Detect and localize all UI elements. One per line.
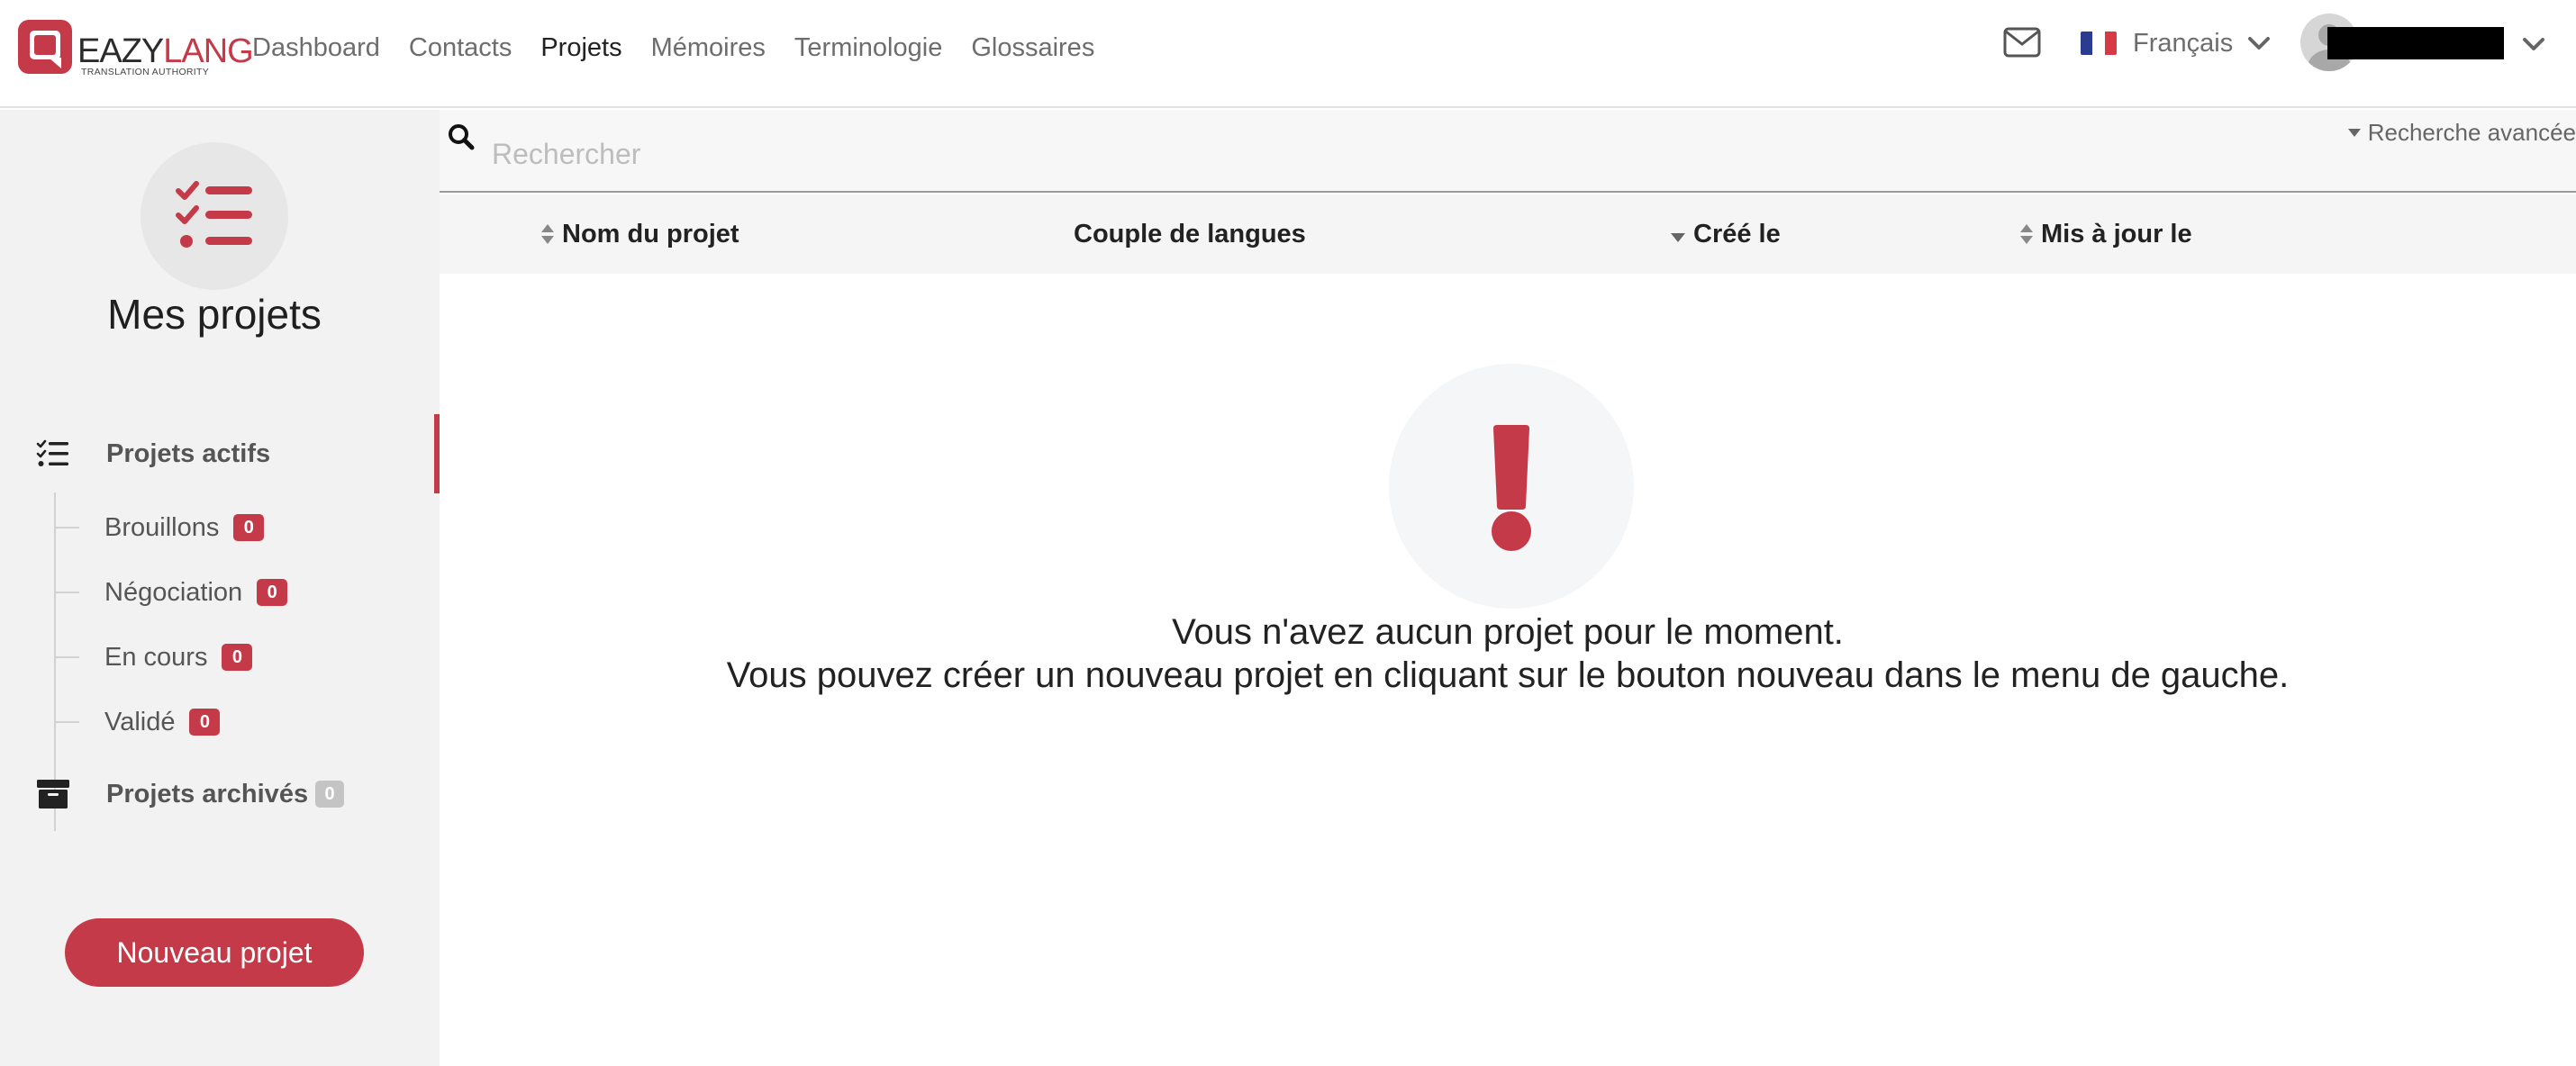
sort-icon <box>541 224 554 244</box>
count-badge: 0 <box>257 579 288 606</box>
column-header-created[interactable]: Créé le <box>1670 194 1781 274</box>
count-badge: 0 <box>315 781 345 808</box>
search-bar: Recherche avancée <box>440 110 2576 193</box>
sidebar-item-valide[interactable]: Validé 0 <box>104 704 221 740</box>
sidebar-item-label: Validé <box>104 707 176 736</box>
caret-down-icon <box>2347 129 2361 137</box>
user-name-redacted <box>2327 27 2504 59</box>
tree-branch <box>54 721 79 723</box>
sidebar-item-label: Projets archivés <box>106 779 309 809</box>
sidebar-item-label: En cours <box>104 642 208 672</box>
checklist-icon <box>176 181 252 248</box>
tree-branch <box>54 527 79 528</box>
active-item-marker <box>434 414 440 493</box>
archive-box-icon <box>37 780 69 809</box>
search-icon[interactable] <box>447 122 476 151</box>
projects-table-header: Nom du projet Couple de langues Créé le … <box>440 194 2576 274</box>
empty-state-hint: Vous pouvez créer un nouveau projet en c… <box>726 655 2290 695</box>
sidebar-item-label: Projets actifs <box>106 438 271 468</box>
sidebar-item-en-cours[interactable]: En cours 0 <box>104 639 253 675</box>
new-project-button[interactable]: Nouveau projet <box>65 918 364 987</box>
empty-state-icon-circle <box>1389 364 1634 609</box>
language-selector[interactable]: Français <box>2081 23 2271 63</box>
top-navbar: EAZYLANG TRANSLATION AUTHORITY Dashboard… <box>0 0 2576 108</box>
sort-icon <box>2020 224 2033 244</box>
envelope-icon[interactable] <box>2003 27 2041 58</box>
logo-wordmark: EAZYLANG <box>77 32 254 70</box>
sidebar-title: Mes projets <box>107 291 322 338</box>
checklist-icon <box>36 439 68 466</box>
advanced-search-label: Recherche avancée <box>2367 119 2576 146</box>
main-nav: Dashboard Contacts Projets Mémoires Term… <box>252 27 1123 68</box>
tree-branch <box>54 592 79 593</box>
fr-flag-icon <box>2081 32 2117 55</box>
sort-desc-icon <box>1671 233 1685 242</box>
chevron-down-icon <box>2248 37 2271 50</box>
nav-memoires[interactable]: Mémoires <box>651 33 766 63</box>
nav-terminologie[interactable]: Terminologie <box>794 33 942 63</box>
projects-icon-circle <box>141 142 288 290</box>
column-header-language-pair: Couple de langues <box>1074 219 1306 248</box>
count-badge: 0 <box>233 514 265 541</box>
tree-branch <box>54 656 79 658</box>
count-badge: 0 <box>222 644 253 671</box>
search-input[interactable] <box>492 126 2203 182</box>
column-header-project-name[interactable]: Nom du projet <box>540 194 739 274</box>
advanced-search-toggle[interactable]: Recherche avancée <box>2347 119 2576 147</box>
nav-contacts[interactable]: Contacts <box>409 33 512 63</box>
count-badge: 0 <box>189 709 221 736</box>
eazylang-logo[interactable]: EAZYLANG TRANSLATION AUTHORITY <box>16 18 254 79</box>
sidebar-item-active-projects[interactable]: Projets actifs <box>36 434 270 474</box>
sidebar-item-negociation[interactable]: Négociation 0 <box>104 574 288 610</box>
chevron-down-icon <box>2523 38 2544 50</box>
logo-tagline: TRANSLATION AUTHORITY <box>81 67 210 77</box>
projects-sidebar: Mes projets Projets actifs Brouillons 0 … <box>0 110 440 1066</box>
nav-glossaires[interactable]: Glossaires <box>971 33 1094 63</box>
column-header-updated[interactable]: Mis à jour le <box>2019 194 2192 274</box>
sidebar-item-label: Négociation <box>104 577 243 607</box>
sidebar-item-label: Brouillons <box>104 512 220 542</box>
sidebar-item-archived-projects[interactable]: Projets archivés 0 <box>36 774 345 814</box>
empty-state-message: Vous n'avez aucun projet pour le moment. <box>1172 612 1844 652</box>
sidebar-item-brouillons[interactable]: Brouillons 0 <box>104 510 265 546</box>
user-menu[interactable] <box>2300 13 2544 72</box>
exclamation-icon <box>1492 425 1531 551</box>
logo-mark-icon <box>18 20 72 74</box>
language-label: Français <box>2133 28 2234 58</box>
nav-dashboard[interactable]: Dashboard <box>252 33 380 63</box>
nav-projets[interactable]: Projets <box>540 33 621 63</box>
